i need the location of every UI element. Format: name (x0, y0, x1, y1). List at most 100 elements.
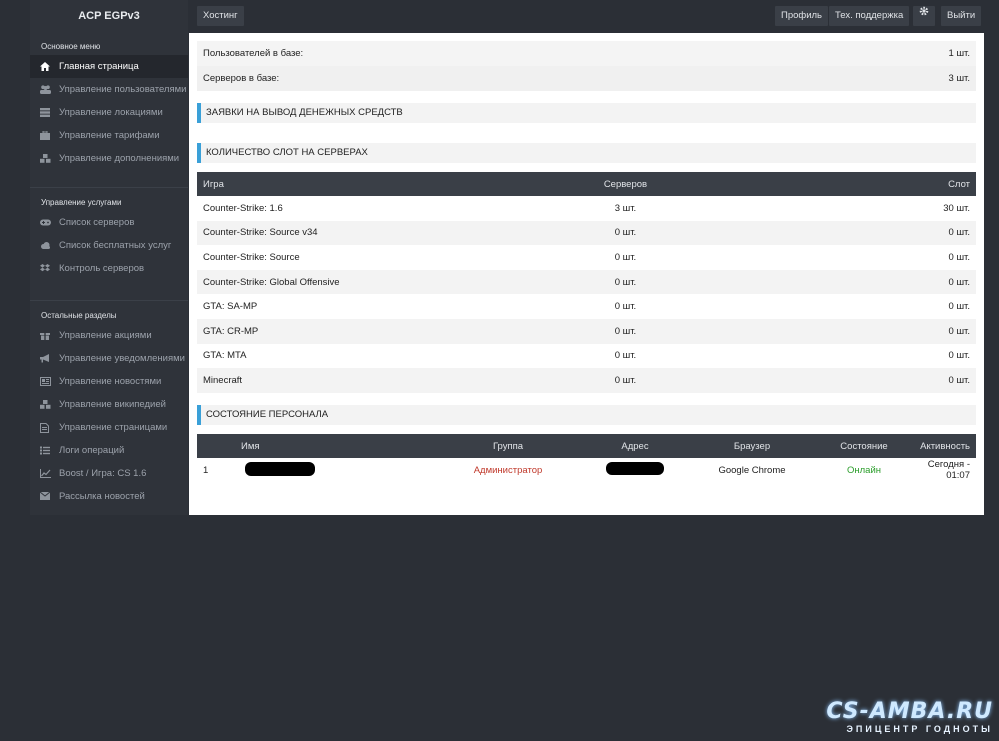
redacted-name (245, 461, 315, 476)
cell-slots: 0 шт. (703, 318, 976, 344)
table-row: Counter-Strike: Source 0 шт. 0 шт. (197, 245, 976, 270)
cell-game: GTA: MTA (197, 343, 548, 369)
cell-game: Counter-Strike: 1.6 (197, 196, 548, 221)
column-header-state: Состояние (823, 434, 905, 458)
sidebar-item-users[interactable]: Управление пользователями (30, 78, 188, 101)
users-icon (40, 85, 51, 94)
cell-servers: 0 шт. (547, 294, 704, 319)
table-row: GTA: SA-MP 0 шт. 0 шт. (197, 294, 976, 319)
sidebar-item-label: Управление страницами (59, 422, 168, 433)
sidebar-item-label: Управление пользователями (59, 84, 187, 95)
mail-icon (40, 492, 50, 501)
profile-button[interactable]: Профиль (775, 6, 829, 26)
bullhorn-icon (40, 354, 50, 363)
sidebar-item-promotions[interactable]: Управление акциями (30, 324, 188, 347)
sidebar-item-notifications[interactable]: Управление уведомлениями (30, 347, 188, 370)
table-row: Minecraft 0 шт. 0 шт. (197, 368, 976, 393)
sidebar-item-label: Управление википедией (59, 399, 166, 410)
cell-game: GTA: SA-MP (197, 294, 548, 319)
cell-slots: 0 шт. (703, 294, 976, 319)
cell-servers: 0 шт. (547, 318, 704, 344)
cell-game: Minecraft (197, 368, 548, 393)
support-button[interactable]: Тех. поддержка (829, 6, 910, 26)
sidebar: ACP EGPv3 Основное меню Главная страница… (30, 0, 188, 515)
column-header-servers: Серверов (547, 172, 704, 196)
sidebar-item-boost[interactable]: Boost / Игра: CS 1.6 (30, 462, 188, 485)
cubes-icon (40, 400, 51, 409)
table-header-row: Игра Серверов Слот (197, 172, 976, 196)
table-row: GTA: CR-MP 0 шт. 0 шт. (197, 318, 976, 344)
table-row: Counter-Strike: 1.6 3 шт. 30 шт. (197, 196, 976, 221)
gear-icon (919, 4, 929, 24)
brand-title[interactable]: ACP EGPv3 (30, 0, 188, 32)
cell-address (589, 458, 681, 483)
cell-game: Counter-Strike: Global Offensive (197, 269, 548, 295)
briefcase-icon (40, 131, 50, 140)
table-row: Counter-Strike: Global Offensive 0 шт. 0 ш… (197, 269, 976, 295)
sidebar-item-label: Контроль серверов (59, 263, 145, 274)
sidebar-item-label: Логи операций (59, 445, 125, 456)
sidebar-item-pages[interactable]: Управление страницами (30, 416, 188, 439)
cell-id: 1 (197, 458, 235, 483)
sidebar-item-server-list[interactable]: Список серверов (30, 211, 188, 234)
stat-value: 1 шт. (948, 48, 970, 59)
table-row: GTA: MTA 0 шт. 0 шт. (197, 343, 976, 369)
stats-panel: Пользователей в базе: 1 шт. Серверов в б… (197, 41, 976, 91)
stat-label: Серверов в базе: (203, 73, 280, 84)
cell-name (235, 458, 427, 483)
column-header-name: Имя (235, 434, 427, 458)
sidebar-item-wiki[interactable]: Управление википедией (30, 393, 188, 416)
sidebar-item-label: Список бесплатных услуг (59, 240, 172, 251)
table-header-row: Имя Группа Адрес Браузер Состояние Актив… (197, 434, 976, 458)
column-header-id (197, 434, 235, 458)
sidebar-item-label: Управление уведомлениями (59, 353, 185, 364)
hosting-button[interactable]: Хостинг (197, 6, 244, 26)
cell-slots: 0 шт. (703, 245, 976, 270)
sidebar-item-locations[interactable]: Управление локациями (30, 101, 188, 124)
logout-button[interactable]: Выйти (941, 6, 982, 26)
slots-table: Игра Серверов Слот Counter-Strike: 1.6 3 … (197, 172, 976, 393)
sidebar-item-label: Управление локациями (59, 107, 163, 118)
redacted-address (606, 462, 664, 476)
watermark-logo: CS-AMBA.RU (826, 699, 993, 724)
sidebar-item-news[interactable]: Управление новостями (30, 370, 188, 393)
stat-value: 3 шт. (948, 73, 970, 84)
sidebar-item-addons[interactable]: Управление дополнениями (30, 147, 188, 170)
column-header-address: Адрес (589, 434, 681, 458)
cell-servers: 3 шт. (547, 196, 704, 221)
sidebar-item-label: Список серверов (59, 217, 135, 228)
dropbox-icon (40, 264, 50, 273)
sidebar-item-label: Управление новостями (59, 376, 162, 387)
watermark: CS-AMBA.RU ЭПИЦЕНТР ГОДНОТЫ (803, 699, 993, 739)
server-rack-icon (40, 108, 50, 117)
cell-group: Администратор (427, 458, 589, 483)
home-icon (40, 62, 50, 71)
sidebar-item-label: Управление дополнениями (59, 153, 180, 164)
sidebar-item-label: Рассылка новостей (59, 491, 145, 502)
cell-game: GTA: CR-MP (197, 318, 548, 344)
cell-browser: Google Chrome (681, 458, 823, 483)
sidebar-item-free-services[interactable]: Список бесплатных услуг (30, 234, 188, 257)
sidebar-item-newsletter[interactable]: Рассылка новостей (30, 485, 188, 508)
newspaper-icon (40, 377, 51, 386)
column-header-browser: Браузер (681, 434, 823, 458)
stat-row-servers: Серверов в базе: 3 шт. (197, 66, 976, 91)
column-header-group: Группа (427, 434, 589, 458)
sidebar-item-logs[interactable]: Логи операций (30, 439, 188, 462)
stat-label: Пользователей в базе: (203, 48, 304, 59)
cell-activity: Сегодня - 01:07 (905, 458, 976, 483)
sidebar-item-label: Управление тарифами (59, 130, 160, 141)
sidebar-item-home[interactable]: Главная страница (30, 55, 188, 78)
cell-servers: 0 шт. (547, 220, 704, 246)
stat-row-users: Пользователей в базе: 1 шт. (197, 41, 976, 66)
sidebar-item-server-control[interactable]: Контроль серверов (30, 257, 188, 280)
settings-button[interactable] (913, 6, 935, 26)
list-icon (40, 446, 50, 455)
cell-slots: 0 шт. (703, 343, 976, 369)
line-chart-icon (40, 469, 51, 478)
sidebar-item-tariffs[interactable]: Управление тарифами (30, 124, 188, 147)
cloud-icon (40, 241, 50, 250)
section-heading-withdraw: ЗАЯВКИ НА ВЫВОД ДЕНЕЖНЫХ СРЕДСТВ (197, 103, 976, 123)
cell-servers: 0 шт. (547, 343, 704, 369)
sidebar-item-label: Boost / Игра: CS 1.6 (59, 468, 147, 479)
